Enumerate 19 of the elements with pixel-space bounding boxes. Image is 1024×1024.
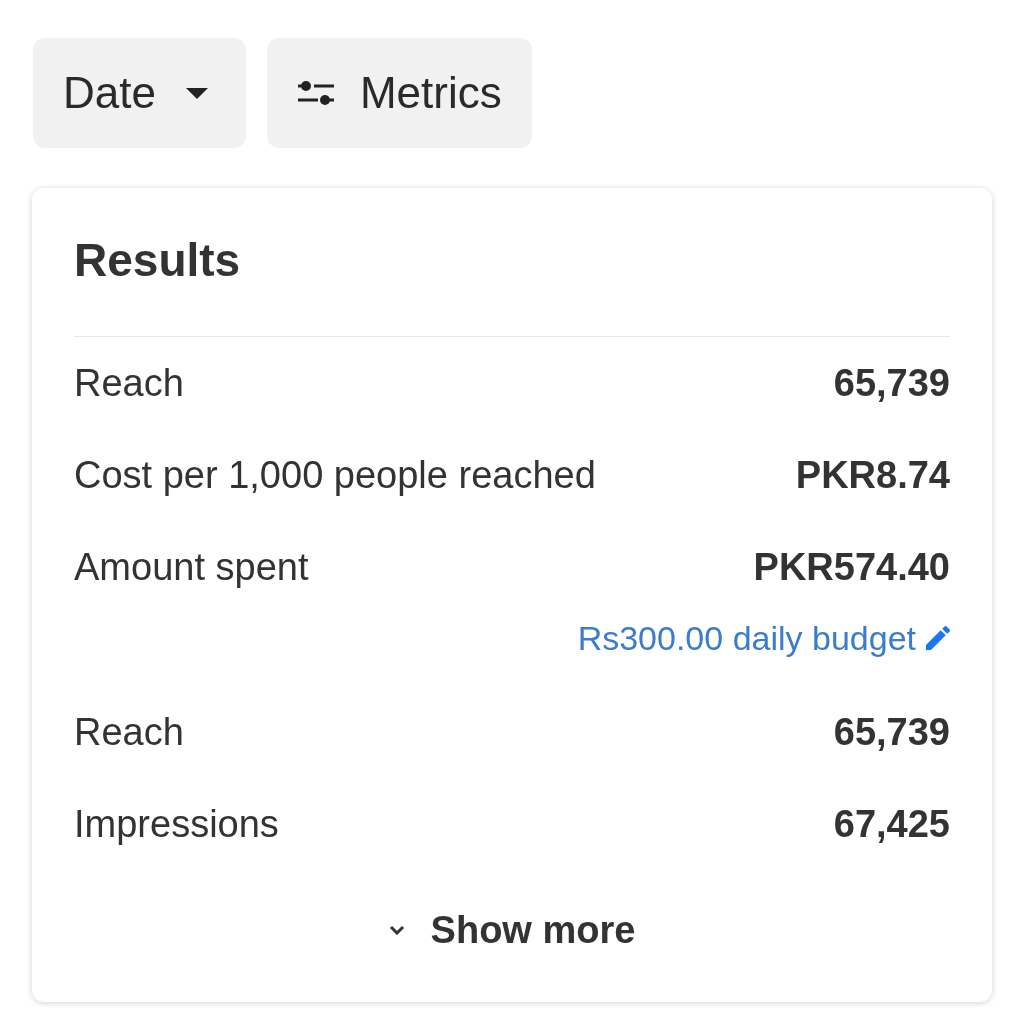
metric-value: PKR8.74: [795, 452, 950, 498]
chevron-down-icon: [388, 925, 405, 935]
metric-label: Amount spent: [74, 544, 309, 590]
caret-down-icon: [185, 87, 208, 99]
daily-budget-link[interactable]: Rs300.00 daily budget: [577, 613, 950, 663]
card-title: Results: [74, 233, 241, 288]
sliders-icon: [297, 80, 334, 106]
metric-label: Reach: [74, 709, 184, 755]
show-more-button[interactable]: Show more: [388, 901, 636, 959]
metric-label: Impressions: [74, 801, 279, 847]
metric-label: Cost per 1,000 people reached: [74, 452, 596, 498]
date-dropdown-button[interactable]: Date: [33, 38, 246, 148]
metrics-button[interactable]: Metrics: [266, 38, 532, 148]
metric-value: 67,425: [833, 801, 950, 847]
metric-label: Reach: [74, 360, 184, 406]
metric-value: PKR574.40: [753, 544, 950, 590]
pencil-icon: [926, 626, 950, 650]
metric-value: 65,739: [833, 709, 950, 755]
metric-value: 65,739: [833, 360, 950, 406]
